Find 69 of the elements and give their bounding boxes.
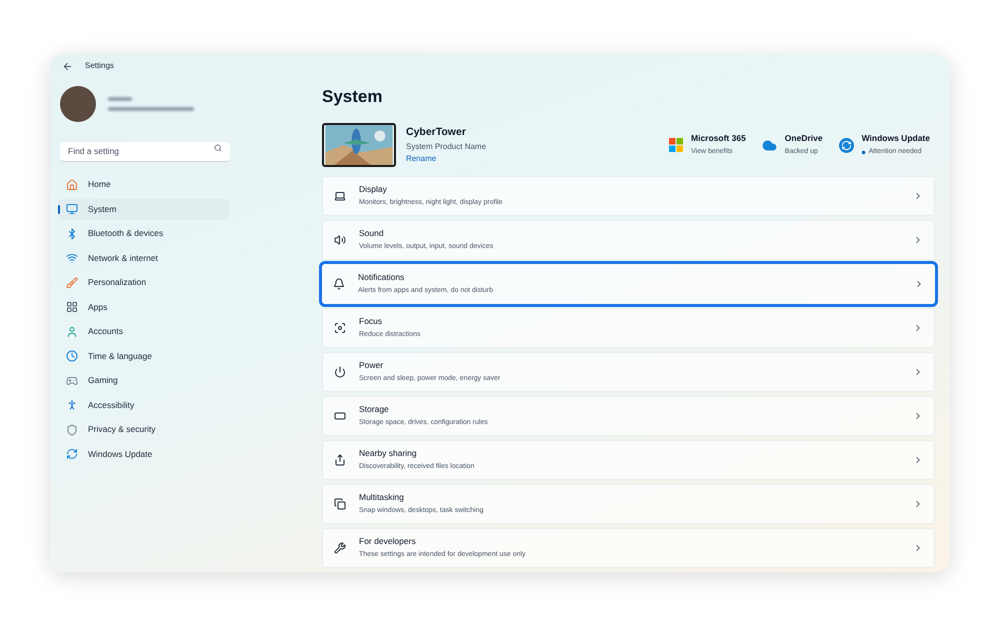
nav-label: Windows Update [88, 448, 152, 460]
nav-item[interactable]: Apps [58, 296, 229, 318]
selection-indicator [58, 204, 60, 214]
row-title: Focus [359, 315, 384, 328]
nav-item[interactable]: Privacy & security [58, 419, 229, 440]
apps-icon [66, 301, 78, 313]
row-title: For developers [359, 535, 417, 548]
tile-title[interactable]: Windows Update [862, 132, 930, 146]
nav-item[interactable]: Network & internet [58, 248, 229, 268]
row-title: Nearby sharing [359, 447, 418, 460]
brush-icon [66, 276, 78, 288]
tools-icon [334, 542, 346, 554]
gamepad-icon [66, 374, 78, 386]
share-icon [334, 454, 346, 466]
nav-item[interactable]: Home [58, 174, 229, 195]
nav-item[interactable]: Bluetooth & devices [58, 223, 229, 244]
device-name: CyberTower [406, 125, 467, 140]
nav-label: Bluetooth & devices [88, 227, 164, 240]
nav-label: Network & internet [88, 252, 158, 264]
nav-item[interactable]: Accounts [58, 321, 229, 342]
person-icon [66, 326, 78, 338]
nav-item[interactable]: Windows Update [58, 444, 229, 464]
cloud-icon [762, 138, 777, 152]
device-model: System Product Name [406, 140, 486, 153]
nav-label: Apps [88, 300, 108, 314]
nav-item[interactable]: Personalization [58, 272, 229, 293]
nav-label: System [88, 202, 116, 216]
search-field[interactable]: Find a setting [60, 142, 230, 162]
row-title: Storage [359, 403, 390, 416]
refresh-icon [66, 448, 78, 460]
back-icon[interactable] [62, 60, 73, 72]
storage-icon [334, 410, 346, 422]
nav-label: Accessibility [88, 398, 134, 412]
clock-icon [66, 350, 78, 362]
tile-title[interactable]: OneDrive [784, 132, 823, 146]
windows-icon [334, 498, 346, 510]
accessibility-icon [66, 399, 78, 411]
nav-item[interactable]: Accessibility [58, 394, 229, 416]
refresh-icon [838, 138, 854, 152]
monitor-icon [66, 203, 78, 215]
speaker-icon [334, 234, 346, 246]
shield-icon [66, 424, 78, 436]
nav-item[interactable]: Gaming [58, 370, 229, 391]
power-icon [334, 366, 346, 378]
four-squares-icon [669, 138, 683, 152]
page-title: System [322, 88, 384, 105]
focus-icon [334, 322, 346, 334]
tile-title[interactable]: Microsoft 365 [691, 132, 746, 146]
laptop-icon [334, 190, 346, 202]
nav-label: Home [88, 178, 111, 191]
row-title: Power [359, 359, 384, 372]
row-title: Notifications [358, 271, 406, 284]
home-icon [66, 178, 78, 190]
nav-label: Time & language [88, 350, 152, 362]
window-title: Settings [85, 60, 114, 72]
row-title: Display [359, 183, 388, 196]
nav-label: Gaming [88, 374, 118, 387]
bluetooth-icon [66, 228, 78, 240]
bell-icon [333, 278, 345, 290]
nav-label: Accounts [88, 325, 123, 338]
nav-item[interactable]: Time & language [58, 346, 229, 366]
search-icon[interactable] [214, 144, 222, 152]
nav-label: Personalization [88, 276, 146, 289]
avatar [60, 86, 96, 122]
nav-label: Privacy & security [88, 423, 156, 436]
nav-item[interactable]: System [58, 198, 229, 220]
row-title: Multitasking [359, 491, 405, 504]
row-title: Sound [359, 227, 385, 240]
rename-link[interactable]: Rename [406, 152, 486, 165]
